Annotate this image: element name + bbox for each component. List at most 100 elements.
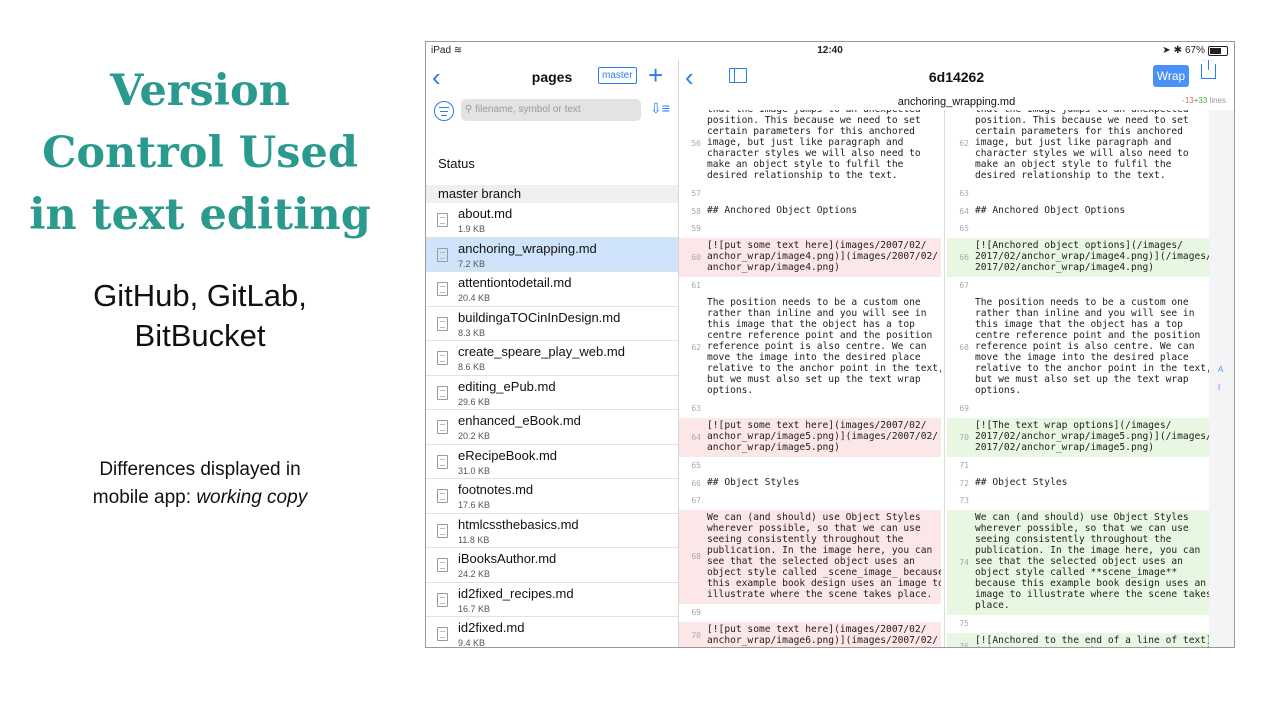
diff-text: ## Object Styles <box>707 477 800 488</box>
filter-icon[interactable] <box>434 101 454 121</box>
slide-title-line: Version <box>110 66 290 116</box>
search-input[interactable]: ⚲ filename, symbol or text <box>461 99 641 121</box>
diff-text: [![put some text here](images/2007/02/ a… <box>707 240 939 273</box>
file-list-item[interactable]: iBooksAuthor.md 24.2 KB <box>426 548 678 583</box>
search-placeholder: filename, symbol or text <box>475 104 581 115</box>
line-number: 74 <box>959 557 969 567</box>
slide-title-line: in text editing <box>29 190 371 240</box>
ipad-screenshot: iPad ≋ 12:40 ➤ ✱ 67% ‹ pages master + ⚲ … <box>425 41 1235 648</box>
file-size: 29.6 KB <box>458 396 491 407</box>
document-icon <box>437 385 448 400</box>
add-icon[interactable]: + <box>648 60 663 90</box>
line-number: 62 <box>959 138 969 148</box>
line-number: 71 <box>959 461 969 470</box>
file-list-item[interactable]: create_speare_play_web.md 8.6 KB <box>426 341 678 376</box>
search-icon: ⚲ <box>465 104 473 115</box>
line-number: 70 <box>691 631 701 640</box>
diff-context-block: 64 ## Anchored Object Options <box>947 203 1209 220</box>
diff-context-block: 67 <box>679 494 941 508</box>
diff-divider <box>944 110 945 647</box>
diff-text: The position needs to be a custom one ra… <box>707 297 941 396</box>
diff-removed-block: 70 [![put some text here](images/2007/02/… <box>679 622 941 647</box>
file-size: 8.6 KB <box>458 362 486 372</box>
file-list-item[interactable]: eRecipeBook.md 31.0 KB <box>426 445 678 479</box>
diff-context-block: 56 that the image jumps to an unexpected … <box>679 110 941 185</box>
diff-context-block: 71 <box>947 459 1209 473</box>
line-number: 65 <box>691 461 701 470</box>
diff-file-header: anchoring_wrapping.md -13+33 lines <box>679 94 1234 110</box>
line-number: 67 <box>691 496 701 505</box>
file-size: 20.4 KB <box>458 293 491 303</box>
diff-context-block: 69 <box>947 402 1209 416</box>
diff-added-block: 70 [![The text wrap options](/images/ 201… <box>947 418 1209 457</box>
file-name: id2fixed_recipes.md <box>458 585 574 601</box>
file-list-item[interactable]: enhanced_eBook.md 20.2 KB <box>426 410 678 445</box>
slide-subtitle-line: GitHub, GitLab, <box>93 278 307 313</box>
line-number: 75 <box>959 619 969 628</box>
file-list-item[interactable]: id2fixed.md 9.4 KB <box>426 617 678 647</box>
document-icon <box>437 282 448 296</box>
branch-section-label: master branch <box>438 186 522 201</box>
diff-text: ## Object Styles <box>975 477 1068 488</box>
branch-button[interactable]: master <box>598 67 637 84</box>
diff-context-block: 61 <box>679 279 941 293</box>
file-name: buildingaTOCinInDesign.md <box>458 309 621 325</box>
diff-removed-block: 68 We can (and should) use Object Styles … <box>679 510 941 604</box>
diff-filename: anchoring_wrapping.md <box>897 96 1016 108</box>
file-size: 11.8 KB <box>458 534 490 545</box>
line-number: 64 <box>691 432 701 442</box>
status-item[interactable]: Status <box>438 156 475 171</box>
file-list-item[interactable]: footnotes.md 17.6 KB <box>426 479 678 514</box>
file-list-item[interactable]: id2fixed_recipes.md 16.7 KB <box>426 583 678 617</box>
diff-context-block: 75 <box>947 617 1209 631</box>
file-list-item[interactable]: attentiontodetail.md 20.4 KB <box>426 272 678 307</box>
file-list: about.md 1.9 KB anchoring_wrapping.md 7.2 K… <box>426 203 678 647</box>
line-number: 73 <box>959 496 969 505</box>
line-number: 59 <box>691 224 701 233</box>
line-number: 62 <box>691 342 701 352</box>
diff-added-block: 76 [![Anchored to the end of a line of te… <box>947 633 1209 647</box>
diff-view[interactable]: 56 that the image jumps to an unexpected … <box>679 110 1209 647</box>
file-size: 8.3 KB <box>458 327 486 338</box>
diff-context-block: 62 that the image jumps to an unexpected … <box>947 110 1209 185</box>
file-size: 24.2 KB <box>458 569 491 579</box>
file-list-item[interactable]: about.md 1.9 KB <box>426 203 678 238</box>
wrap-button[interactable]: Wrap <box>1153 65 1189 87</box>
diff-context-block: 69 <box>679 606 941 620</box>
line-number: 63 <box>691 404 701 413</box>
battery-percent: 67% <box>1184 45 1205 56</box>
diff-minimap[interactable]: A I <box>1209 110 1234 647</box>
line-number: 69 <box>691 608 701 617</box>
slide-note-prefix: mobile app: <box>92 487 197 508</box>
line-number: 69 <box>959 404 969 413</box>
battery-icon <box>1208 45 1228 56</box>
diff-text: [![Anchored object options](/images/ 201… <box>975 240 1209 273</box>
minimap-marker: I <box>1218 383 1221 392</box>
commit-title: 6d14262 <box>928 69 985 85</box>
file-size: 20.2 KB <box>458 431 491 441</box>
diff-text: [![Anchored to the end of a line of text… <box>975 635 1209 647</box>
file-list-item[interactable]: buildingaTOCinInDesign.md 8.3 KB <box>426 307 678 341</box>
diff-context-block: 65 <box>947 222 1209 236</box>
line-number: 56 <box>691 138 701 148</box>
slide-note-app-name: working copy <box>196 487 308 508</box>
file-list-item[interactable]: anchoring_wrapping.md 7.2 KB <box>426 237 678 272</box>
share-icon[interactable] <box>1201 60 1216 79</box>
diff-context-block: 58 ## Anchored Object Options <box>679 203 941 220</box>
document-icon <box>437 558 448 572</box>
file-list-item[interactable]: editing_ePub.md 29.6 KB <box>426 376 678 410</box>
status-icons: ➤ ✱ 67% <box>1162 45 1228 56</box>
diff-text: ## Anchored Object Options <box>975 205 1126 216</box>
sidebar-nav-bar: ‹ pages master + <box>426 60 678 94</box>
slide-title-line: Control Used <box>42 128 358 178</box>
file-list-item[interactable]: htmlcssthebasics.md 11.8 KB <box>426 514 678 548</box>
sort-icon[interactable]: ⇩≡ <box>650 100 670 117</box>
repository-title: pages <box>531 69 573 85</box>
slide-note: Differences displayed in mobile app: wor… <box>20 456 380 512</box>
line-number: 60 <box>691 252 701 262</box>
line-number: 72 <box>959 478 969 488</box>
file-name: id2fixed.md <box>458 620 525 635</box>
diff-context-block: 68 The position needs to be a custom one … <box>947 295 1209 400</box>
diff-text: We can (and should) use Object Styles wh… <box>707 512 941 600</box>
line-number: 68 <box>691 552 701 561</box>
